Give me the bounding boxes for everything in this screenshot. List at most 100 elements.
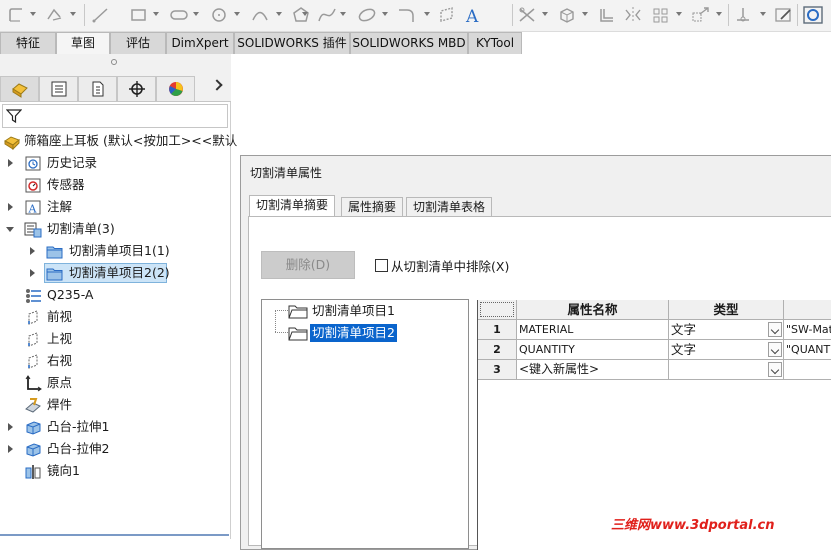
tree-item-boss-extrude-2[interactable]: 凸台-拉伸2 [0,438,231,460]
tab-sketch[interactable]: 草图 [56,32,110,54]
tree-item-material[interactable]: Q235-A [0,284,231,306]
chevron-down-icon[interactable] [768,342,782,357]
ellipse-icon[interactable] [356,5,378,25]
tab-solidworks-mbd[interactable]: SOLIDWORKS MBD [350,32,468,54]
column-header-value[interactable] [784,300,831,320]
collapse-arrow[interactable] [6,227,14,232]
expand-arrow[interactable] [8,423,13,431]
convert-entities-icon[interactable] [556,5,578,25]
table-cell-type-select[interactable] [669,360,784,380]
expand-arrow[interactable] [30,269,35,277]
table-cell-value[interactable] [784,360,831,380]
rapid-sketch-icon[interactable] [802,5,824,25]
spline-icon[interactable] [316,5,338,25]
expand-arrow[interactable] [8,203,13,211]
expand-arrow[interactable] [8,159,13,167]
tree-item-origin[interactable]: 原点 [0,372,231,394]
exclude-from-cutlist-checkbox[interactable] [375,259,388,272]
filter-icon [6,109,22,124]
tree-root-part[interactable]: 筛箱座上耳板 (默认<按加工><<默认 [0,130,237,152]
delete-button[interactable]: 删除(D) [261,251,355,279]
column-header-property-name[interactable]: 属性名称 [517,300,669,320]
tree-item-top-plane[interactable]: 上视 [0,328,231,350]
chevron-down-icon[interactable] [30,12,36,16]
trim-entities-icon[interactable] [516,5,538,25]
rectangle-icon[interactable] [128,5,150,25]
chevron-down-icon[interactable] [760,12,766,16]
property-manager-tab[interactable] [39,76,78,101]
circle-icon[interactable] [208,5,230,25]
tree-item-cutlist-item-2[interactable]: 切割清单项目2(2) [0,262,231,284]
chevron-down-icon[interactable] [193,12,199,16]
tree-item-history[interactable]: 历史记录 [0,152,231,174]
table-cell-property-name[interactable]: MATERIAL [517,320,669,340]
sketch-plane-icon[interactable] [436,5,458,25]
chevron-down-icon[interactable] [768,362,782,377]
tab-kytool[interactable]: KYTool [468,32,522,54]
chevron-down-icon[interactable] [716,12,722,16]
chevron-down-icon[interactable] [276,12,282,16]
tab-cutlist-summary[interactable]: 切割清单摘要 [249,195,336,217]
tree-item-right-plane[interactable]: 右视 [0,350,231,372]
linear-pattern-icon[interactable] [650,5,672,25]
feature-manager-tab[interactable] [0,76,39,101]
row-number[interactable]: 1 [478,320,517,340]
move-entities-icon[interactable] [690,5,712,25]
mirror-entities-icon[interactable] [622,5,644,25]
table-cell-type-select[interactable]: 文字 [669,320,784,340]
new-property-input[interactable]: <键入新属性> [517,360,669,380]
tree-item-mirror-1[interactable]: 镜向1 [0,460,231,482]
tree-item-cutlist-item-1[interactable]: 切割清单项目1(1) [0,240,231,262]
grid-corner-cell[interactable] [478,300,517,320]
tree-item-weldment[interactable]: 焊件 [0,394,231,416]
arc-icon[interactable] [249,5,271,25]
slot-icon[interactable] [168,5,190,25]
tab-property-summary[interactable]: 属性摘要 [341,197,404,217]
smart-dimension-icon[interactable] [44,5,66,25]
sketch-icon[interactable] [6,5,28,25]
fillet-icon[interactable] [396,5,418,25]
tree-item-sensors[interactable]: 传感器 [0,174,231,196]
chevron-down-icon[interactable] [234,12,240,16]
chevron-right-icon[interactable] [211,79,223,91]
tree-item-cutlist[interactable]: 切割清单(3) [0,218,231,240]
chevron-down-icon[interactable] [340,12,346,16]
tab-dimxpert[interactable]: DimXpert [166,32,234,54]
chevron-down-icon[interactable] [382,12,388,16]
tab-cutlist-table[interactable]: 切割清单表格 [406,197,493,217]
repair-sketch-icon[interactable] [773,5,795,25]
tree-item-boss-extrude-1[interactable]: 凸台-拉伸1 [0,416,231,438]
chevron-down-icon[interactable] [153,12,159,16]
display-manager-tab[interactable] [156,76,195,101]
chevron-down-icon[interactable] [542,12,548,16]
text-icon[interactable]: A [462,5,484,27]
tab-solidworks-addins[interactable]: SOLIDWORKS 插件 [234,32,350,54]
expand-arrow[interactable] [8,445,13,453]
tree-item-annotations[interactable]: A 注解 [0,196,231,218]
pane-splitter-handle[interactable] [0,54,231,74]
dimxpert-manager-tab[interactable] [117,76,156,101]
row-number[interactable]: 3 [478,360,517,380]
polygon-icon[interactable] [290,5,312,25]
tree-filter-input[interactable] [2,104,228,128]
display-relations-icon[interactable] [732,5,754,25]
table-cell-type-select[interactable]: 文字 [669,340,784,360]
configuration-manager-tab[interactable] [78,76,117,101]
chevron-down-icon[interactable] [676,12,682,16]
chevron-down-icon[interactable] [70,12,76,16]
table-cell-property-name[interactable]: QUANTITY [517,340,669,360]
chevron-down-icon[interactable] [768,322,782,337]
tab-evaluate[interactable]: 评估 [110,32,166,54]
offset-entities-icon[interactable] [596,5,618,25]
tab-features[interactable]: 特征 [0,32,56,54]
chevron-down-icon[interactable] [424,12,430,16]
chevron-down-icon[interactable] [302,12,308,16]
tree-item-front-plane[interactable]: 前视 [0,306,231,328]
line-icon[interactable] [90,5,112,25]
chevron-down-icon[interactable] [582,12,588,16]
table-cell-value[interactable]: "SW-Materi [784,320,831,340]
expand-arrow[interactable] [30,247,35,255]
table-cell-value[interactable]: "QUANTITY@ [784,340,831,360]
column-header-type[interactable]: 类型 [669,300,784,320]
row-number[interactable]: 2 [478,340,517,360]
